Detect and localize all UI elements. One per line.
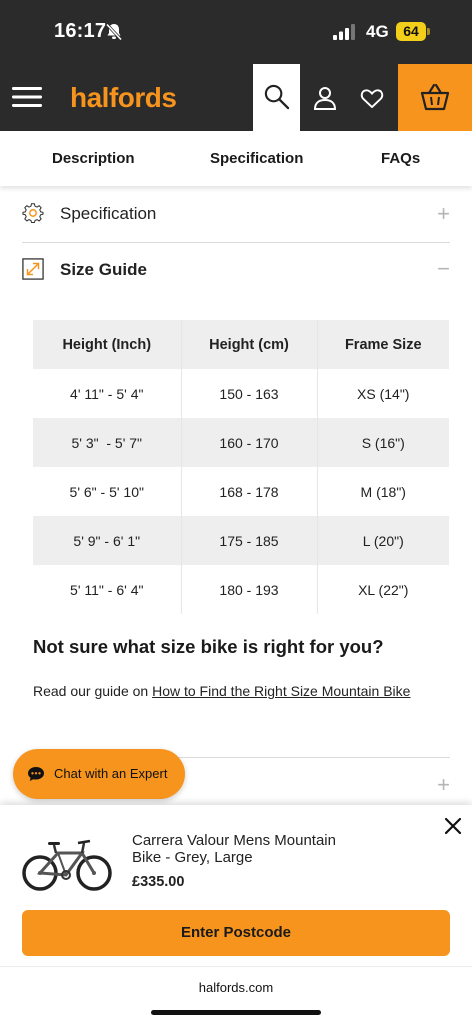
chat-bubble-icon [28, 767, 44, 781]
accordion-size-guide-label: Size Guide [60, 260, 147, 279]
signal-icon [333, 24, 355, 40]
table-cell: 175 - 185 [181, 516, 318, 565]
chat-with-expert-button[interactable]: Chat with an Expert [13, 749, 185, 799]
size-help-text: Read our guide on How to Find the Right … [33, 683, 410, 699]
gear-icon [22, 203, 44, 223]
table-cell: 160 - 170 [181, 418, 318, 467]
table-row: 4' 11" - 5' 4" 150 - 163 XS (14") [33, 369, 449, 418]
enter-postcode-button[interactable]: Enter Postcode [22, 910, 450, 956]
menu-icon[interactable] [12, 84, 42, 110]
table-row: 5' 3" - 5' 7" 160 - 170 S (16") [33, 418, 449, 467]
expand-plus-icon: + [437, 201, 450, 226]
account-button[interactable] [304, 64, 346, 131]
status-time: 16:17 [54, 20, 107, 42]
size-guide-link[interactable]: How to Find the Right Size Mountain Bike [152, 683, 410, 699]
halfords-logo[interactable]: halfords [70, 82, 177, 114]
table-row: 5' 11" - 6' 4" 180 - 193 XL (22") [33, 565, 449, 614]
product-bottom-sheet: Carrera Valour Mens Mountain Bike - Grey… [0, 805, 472, 1024]
column-header: Height (Inch) [33, 320, 182, 369]
status-bar: 16:17 4G 64 [0, 0, 472, 64]
table-cell: 5' 6" - 5' 10" [33, 467, 182, 516]
table-cell: XL (22") [317, 565, 449, 614]
site-header: halfords [0, 64, 472, 131]
expand-icon [22, 258, 44, 280]
table-cell: 5' 11" - 6' 4" [33, 565, 182, 614]
chat-label: Chat with an Expert [54, 766, 168, 781]
tab-faqs[interactable]: FAQs [381, 150, 420, 167]
divider [22, 242, 450, 243]
table-cell: S (16") [317, 418, 449, 467]
tab-specification[interactable]: Specification [210, 150, 303, 167]
table-cell: XS (14") [317, 369, 449, 418]
column-header: Height (cm) [181, 320, 318, 369]
table-cell: L (20") [317, 516, 449, 565]
table-cell: 150 - 163 [181, 369, 318, 418]
table-cell: 5' 9" - 6' 1" [33, 516, 182, 565]
heart-icon [360, 89, 384, 109]
basket-button[interactable] [398, 64, 472, 131]
table-row: 5' 9" - 6' 1" 175 - 185 L (20") [33, 516, 449, 565]
network-type: 4G [366, 22, 389, 41]
table-cell: M (18") [317, 467, 449, 516]
table-cell: 168 - 178 [181, 467, 318, 516]
table-cell: 4' 11" - 5' 4" [33, 369, 182, 418]
basket-icon [420, 83, 450, 111]
collapse-minus-icon: − [437, 256, 450, 281]
tab-description[interactable]: Description [52, 150, 135, 167]
search-button[interactable] [253, 64, 300, 131]
product-tabs: Description Specification FAQs [0, 131, 472, 186]
bell-muted-icon [105, 23, 123, 41]
bike-image [22, 839, 112, 891]
search-icon [264, 84, 290, 110]
size-guide-table: Height (Inch) Height (cm) Frame Size 4' … [33, 320, 449, 614]
table-row: 5' 6" - 5' 10" 168 - 178 M (18") [33, 467, 449, 516]
battery-tip [427, 28, 430, 35]
expand-plus-icon: + [437, 772, 450, 797]
divider [0, 966, 472, 967]
table-header-row: Height (Inch) Height (cm) Frame Size [33, 320, 449, 369]
product-price: £335.00 [132, 874, 185, 890]
battery-icon: 64 [396, 22, 430, 42]
table-cell: 180 - 193 [181, 565, 318, 614]
home-indicator[interactable] [151, 1010, 321, 1015]
user-icon [313, 87, 337, 110]
product-name: Carrera Valour Mens Mountain Bike - Grey… [132, 832, 336, 866]
size-help-prefix: Read our guide on [33, 683, 153, 699]
battery-level: 64 [396, 22, 426, 41]
column-header: Frame Size [317, 320, 449, 369]
wishlist-button[interactable] [350, 64, 394, 131]
size-help-heading: Not sure what size bike is right for you… [33, 636, 384, 657]
table-cell: 5' 3" - 5' 7" [33, 418, 182, 467]
accordion-specification[interactable]: Specification + [22, 200, 450, 230]
close-icon[interactable] [442, 815, 464, 837]
accordion-size-guide[interactable]: Size Guide − [22, 256, 450, 286]
accordion-specification-label: Specification [60, 204, 157, 223]
browser-domain[interactable]: halfords.com [0, 980, 472, 995]
